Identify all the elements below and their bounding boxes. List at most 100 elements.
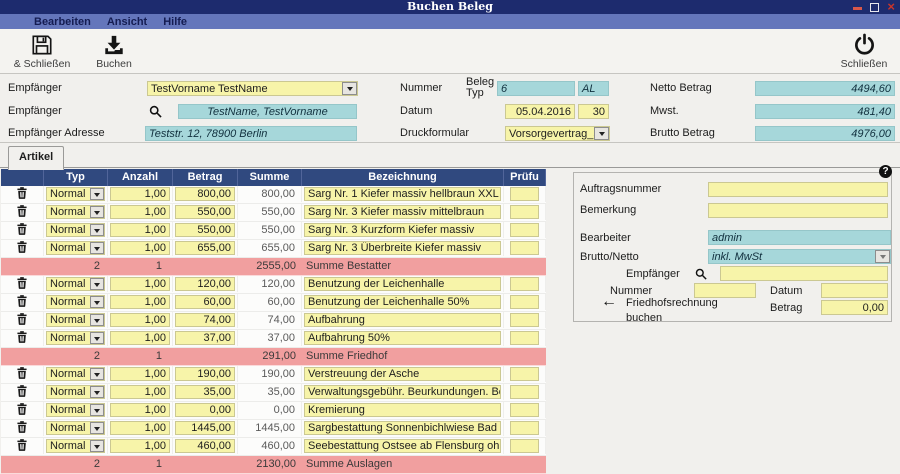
delete-row-button[interactable]: [17, 277, 27, 292]
anzahl-input[interactable]: 1,00: [110, 367, 170, 381]
empfaenger-select[interactable]: TestVorname TestName: [147, 81, 358, 96]
betrag-input[interactable]: 35,00: [175, 385, 235, 399]
buchen-button[interactable]: Buchen: [88, 32, 140, 70]
search-icon[interactable]: [149, 105, 162, 121]
betrag-input[interactable]: 460,00: [175, 439, 235, 453]
pruefung-input[interactable]: [510, 277, 539, 291]
bezeichnung-input[interactable]: Sarg Nr. 3 Kurzform Kiefer massiv: [304, 223, 501, 237]
beleg-nummer-field[interactable]: 6: [497, 81, 575, 96]
panel-betrag-field[interactable]: 0,00: [821, 300, 888, 315]
delete-row-button[interactable]: [17, 367, 27, 382]
pruefung-input[interactable]: [510, 313, 539, 327]
betrag-input[interactable]: 74,00: [175, 313, 235, 327]
pruefung-input[interactable]: [510, 439, 539, 453]
panel-empfaenger-field[interactable]: [720, 266, 888, 281]
delete-row-button[interactable]: [17, 385, 27, 400]
maximize-icon[interactable]: [870, 3, 879, 12]
typ-select[interactable]: Normal: [46, 403, 105, 417]
typ-select[interactable]: Normal: [46, 187, 105, 201]
auftragsnummer-field[interactable]: [708, 182, 888, 197]
bezeichnung-input[interactable]: Seebestattung Ostsee ab Flensburg ohne: [304, 439, 501, 453]
chevron-down-icon[interactable]: [90, 404, 104, 416]
typ-select[interactable]: Normal: [46, 439, 105, 453]
pruefung-input[interactable]: [510, 385, 539, 399]
close-window-button[interactable]: Schließen: [834, 32, 894, 70]
close-icon[interactable]: ×: [887, 1, 895, 13]
anzahl-input[interactable]: 1,00: [110, 421, 170, 435]
help-icon[interactable]: ?: [879, 165, 892, 178]
anzahl-input[interactable]: 1,00: [110, 241, 170, 255]
delete-row-button[interactable]: [17, 313, 27, 328]
back-arrow-icon[interactable]: ←: [601, 293, 617, 311]
typ-select[interactable]: Normal: [46, 277, 105, 291]
datum-field[interactable]: 05.04.2016: [505, 104, 575, 119]
menu-item-ansicht[interactable]: Ansicht: [107, 16, 147, 28]
chevron-down-icon[interactable]: [594, 127, 609, 140]
pruefung-input[interactable]: [510, 421, 539, 435]
delete-row-button[interactable]: [17, 205, 27, 220]
typ-select[interactable]: Normal: [46, 241, 105, 255]
panel-datum-field[interactable]: [821, 283, 888, 298]
pruefung-input[interactable]: [510, 403, 539, 417]
delete-row-button[interactable]: [17, 223, 27, 238]
betrag-input[interactable]: 550,00: [175, 223, 235, 237]
anzahl-input[interactable]: 1,00: [110, 205, 170, 219]
anzahl-input[interactable]: 1,00: [110, 331, 170, 345]
datum-zusatz-field[interactable]: 30: [578, 104, 609, 119]
betrag-input[interactable]: 60,00: [175, 295, 235, 309]
pruefung-input[interactable]: [510, 331, 539, 345]
search-icon[interactable]: [695, 268, 707, 283]
delete-row-button[interactable]: [17, 295, 27, 310]
typ-select[interactable]: Normal: [46, 223, 105, 237]
empfaenger-adresse-field[interactable]: Teststr. 12, 78900 Berlin: [145, 126, 357, 141]
delete-row-button[interactable]: [17, 439, 27, 454]
pruefung-input[interactable]: [510, 295, 539, 309]
menu-item-hilfe[interactable]: Hilfe: [163, 16, 187, 28]
chevron-down-icon[interactable]: [875, 250, 890, 263]
chevron-down-icon[interactable]: [90, 422, 104, 434]
delete-row-button[interactable]: [17, 187, 27, 202]
bezeichnung-input[interactable]: Verwaltungsgebühr. Beurkundungen. Bes: [304, 385, 501, 399]
chevron-down-icon[interactable]: [90, 386, 104, 398]
pruefung-input[interactable]: [510, 205, 539, 219]
minimize-icon[interactable]: [853, 7, 862, 10]
bezeichnung-input[interactable]: Verstreuung der Asche: [304, 367, 501, 381]
delete-row-button[interactable]: [17, 241, 27, 256]
typ-select[interactable]: Normal: [46, 205, 105, 219]
bezeichnung-input[interactable]: Benutzung der Leichenhalle: [304, 277, 501, 291]
anzahl-input[interactable]: 1,00: [110, 313, 170, 327]
typ-select[interactable]: Normal: [46, 385, 105, 399]
typ-select[interactable]: Normal: [46, 313, 105, 327]
typ-select[interactable]: Normal: [46, 295, 105, 309]
chevron-down-icon[interactable]: [90, 368, 104, 380]
brutto-netto-select[interactable]: inkl. MwSt: [708, 249, 891, 264]
betrag-input[interactable]: 1445,00: [175, 421, 235, 435]
pruefung-input[interactable]: [510, 367, 539, 381]
anzahl-input[interactable]: 1,00: [110, 439, 170, 453]
chevron-down-icon[interactable]: [342, 82, 357, 95]
delete-row-button[interactable]: [17, 421, 27, 436]
chevron-down-icon[interactable]: [90, 440, 104, 452]
chevron-down-icon[interactable]: [90, 242, 104, 254]
beleg-typ-field[interactable]: AL: [578, 81, 609, 96]
chevron-down-icon[interactable]: [90, 296, 104, 308]
bezeichnung-input[interactable]: Benutzung der Leichenhalle 50%: [304, 295, 501, 309]
tab-artikel[interactable]: Artikel: [8, 146, 64, 170]
chevron-down-icon[interactable]: [90, 188, 104, 200]
pruefung-input[interactable]: [510, 223, 539, 237]
betrag-input[interactable]: 37,00: [175, 331, 235, 345]
anzahl-input[interactable]: 1,00: [110, 295, 170, 309]
chevron-down-icon[interactable]: [90, 278, 104, 290]
betrag-input[interactable]: 0,00: [175, 403, 235, 417]
bezeichnung-input[interactable]: Aufbahrung: [304, 313, 501, 327]
chevron-down-icon[interactable]: [90, 206, 104, 218]
typ-select[interactable]: Normal: [46, 367, 105, 381]
typ-select[interactable]: Normal: [46, 331, 105, 345]
menu-item-bearbeiten[interactable]: Bearbeiten: [34, 16, 91, 28]
anzahl-input[interactable]: 1,00: [110, 223, 170, 237]
save-close-button[interactable]: & Schließen: [4, 32, 80, 70]
betrag-input[interactable]: 190,00: [175, 367, 235, 381]
bezeichnung-input[interactable]: Sargbestattung Sonnenbichlwiese Bad F: [304, 421, 501, 435]
bemerkung-field[interactable]: [708, 203, 888, 218]
delete-row-button[interactable]: [17, 331, 27, 346]
